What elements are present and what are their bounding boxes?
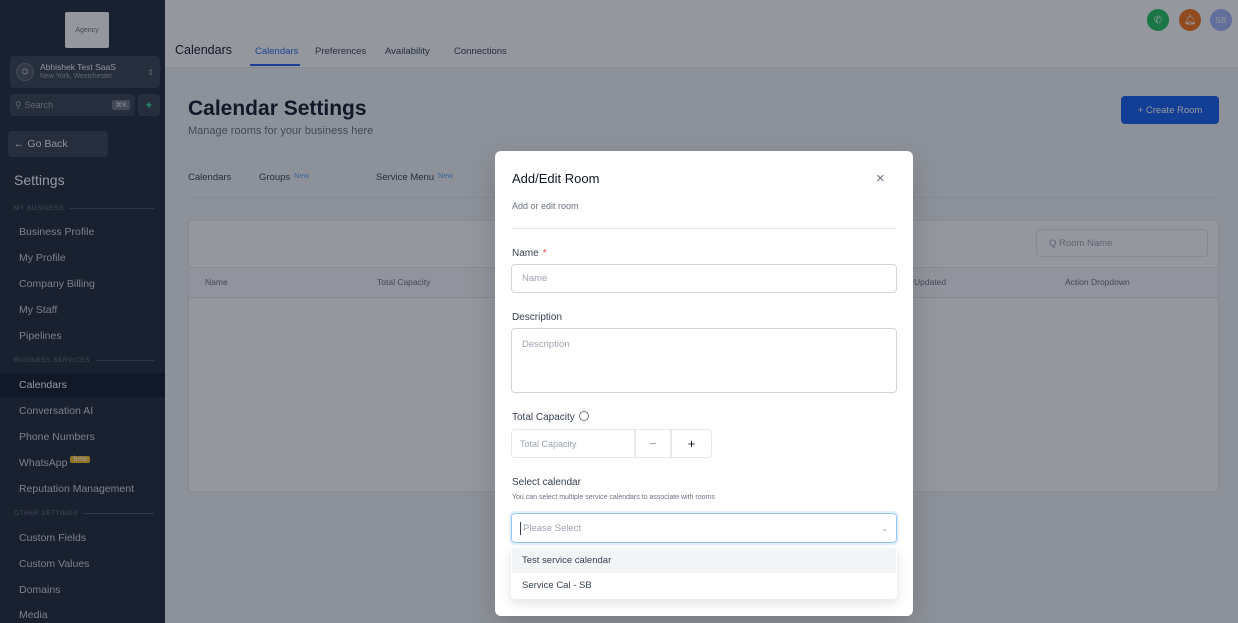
option-test-service-calendar[interactable]: Test service calendar (512, 548, 896, 573)
total-capacity-label: Total Capacity (512, 411, 589, 423)
select-calendar-label: Select calendar (512, 477, 581, 488)
chevron-down-icon: ⌄ (881, 523, 888, 533)
calendar-select[interactable]: Please Select ⌄ (511, 513, 897, 543)
decrement-button[interactable]: − (635, 429, 671, 458)
calendar-dropdown: Test service calendar Service Cal - SB (511, 547, 897, 599)
name-input[interactable]: Name (511, 264, 897, 293)
total-capacity-input[interactable]: Total Capacity (511, 429, 635, 458)
add-edit-room-modal: Add/Edit Room × Add or edit room Name * N… (495, 151, 913, 616)
modal-title: Add/Edit Room (512, 171, 600, 186)
modal-subtitle: Add or edit room (512, 201, 579, 211)
select-calendar-hint: You can select multiple service calendar… (512, 494, 715, 501)
modal-divider (512, 228, 897, 229)
info-icon[interactable] (578, 411, 589, 421)
increment-button[interactable]: + (671, 429, 712, 458)
required-marker: * (542, 248, 547, 259)
name-label: Name * (512, 248, 547, 259)
option-service-cal-sb[interactable]: Service Cal - SB (512, 573, 896, 598)
description-label: Description (512, 312, 563, 323)
select-placeholder: Please Select (523, 522, 582, 534)
text-cursor (520, 521, 521, 535)
description-textarea[interactable]: Description (511, 328, 897, 393)
close-icon[interactable]: × (876, 170, 885, 187)
